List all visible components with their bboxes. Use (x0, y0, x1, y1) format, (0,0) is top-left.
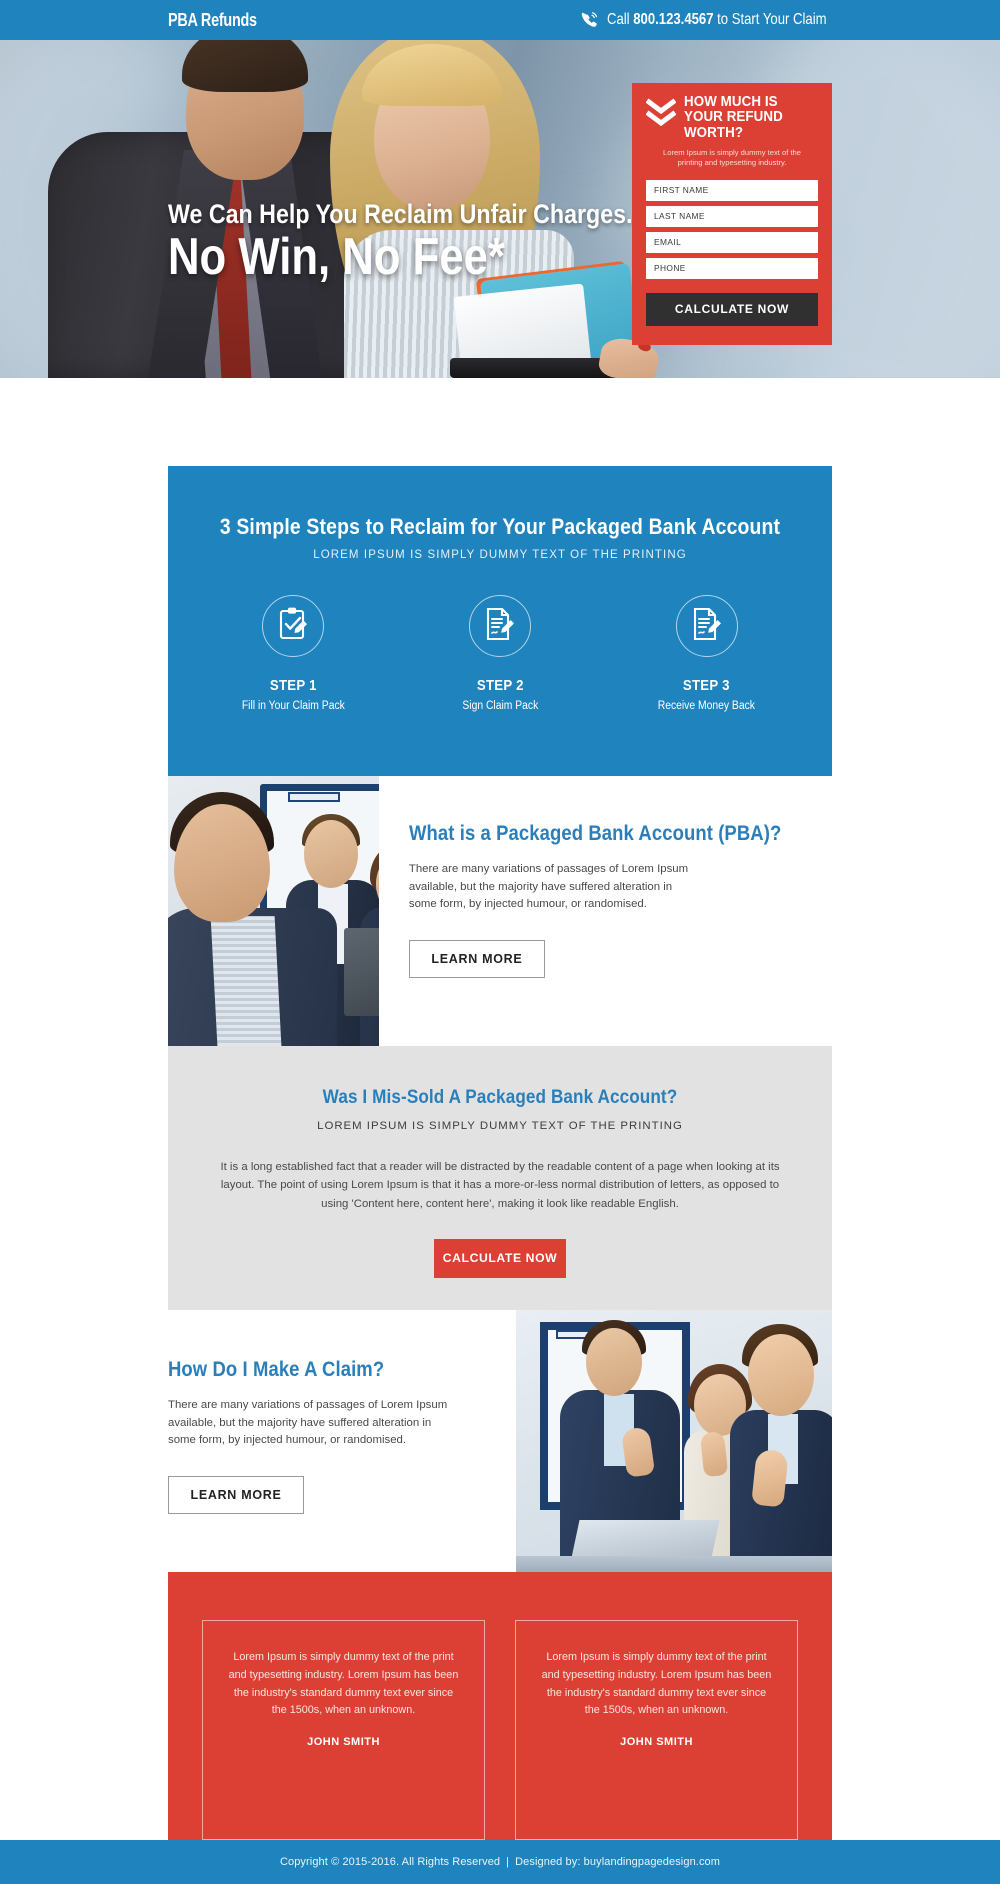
footer-credit[interactable]: Designed by: buylandingpagedesign.com (515, 1856, 720, 1868)
pba-info-section: What is a Packaged Bank Account (PBA)? T… (168, 776, 832, 1046)
spacer-above-steps (168, 378, 832, 466)
testimonials-section: Lorem Ipsum is simply dummy text of the … (168, 1572, 832, 1840)
double-chevron-down-icon (645, 95, 677, 136)
call-text: Call 800.123.4567 to Start Your Claim (607, 11, 827, 29)
missold-body-text: It is a long established fact that a rea… (220, 1161, 780, 1210)
phone-input[interactable] (646, 257, 818, 279)
testimonial-author: JOHN SMITH (620, 1736, 693, 1749)
testimonial-card: Lorem Ipsum is simply dummy text of the … (515, 1620, 798, 1840)
business-team-photo (168, 776, 379, 1046)
testimonial-card: Lorem Ipsum is simply dummy text of the … (202, 1620, 485, 1840)
learn-more-button-pba[interactable]: LEARN MORE (408, 940, 545, 979)
missold-subtitle: LOREM IPSUM IS SIMPLY DUMMY TEXT OF THE … (317, 1120, 683, 1132)
hero-banner: We Can Help You Reclaim Unfair Charges. … (0, 40, 1000, 378)
footer-separator: | (506, 1856, 510, 1868)
footer-text: Copyright © 2015-2016. All Rights Reserv… (280, 1856, 720, 1868)
steps-subtitle: LOREM IPSUM IS SIMPLY DUMMY TEXT OF THE … (313, 549, 687, 561)
testimonial-text: Lorem Ipsum is simply dummy text of the … (541, 1651, 772, 1717)
last-name-input[interactable] (646, 205, 818, 227)
hero-headline-line-1: We Can Help You Reclaim Unfair Charges. (168, 199, 633, 229)
calculate-now-button-missold[interactable]: CALCULATE NOW (434, 1238, 566, 1278)
lead-form-title: HOW MUCH IS YOUR REFUND WORTH? (684, 94, 783, 141)
pba-title: What is a Packaged Bank Account (PBA)? (408, 822, 782, 845)
learn-more-button-claim[interactable]: LEARN MORE (168, 1476, 304, 1515)
logo-light-text: Refunds (197, 9, 257, 30)
hero-headline-line-2: No Win, No Fee* (168, 228, 505, 287)
testimonial-text: Lorem Ipsum is simply dummy text of the … (228, 1651, 459, 1717)
logo-bold-text: PBA (168, 9, 198, 30)
claim-title: How Do I Make A Claim? (168, 1358, 385, 1381)
steps-row: STEP 1 Fill in Your Claim Pack STEP 2 Si… (168, 595, 832, 712)
claim-info-section: How Do I Make A Claim? There are many va… (168, 1310, 832, 1572)
hero-copy: We Can Help You Reclaim Unfair Charges. … (168, 199, 633, 287)
document-pencil-icon (483, 606, 517, 647)
step-3-desc: Receive Money Back (658, 700, 756, 712)
pba-body-text: There are many variations of passages of… (408, 863, 689, 911)
site-logo[interactable]: PBA Refunds (168, 10, 257, 31)
first-name-input[interactable] (646, 179, 818, 201)
claim-body-text: There are many variations of passages of… (168, 1399, 448, 1447)
call-suffix: to Start Your Claim (713, 11, 827, 28)
step-3-name: STEP 3 (683, 677, 731, 694)
footer-copyright: Copyright © 2015-2016. All Rights Reserv… (279, 1856, 501, 1868)
step-3-icon-circle (675, 595, 738, 657)
step-2-name: STEP 2 (476, 677, 524, 694)
step-item-1: STEP 1 Fill in Your Claim Pack (190, 595, 397, 712)
call-phone-number[interactable]: 800.123.4567 (633, 11, 713, 28)
phone-ringing-icon (579, 10, 599, 30)
document-pencil-icon (690, 606, 724, 647)
step-1-name: STEP 1 (269, 677, 317, 694)
step-item-2: STEP 2 Sign Claim Pack (397, 595, 604, 712)
step-1-desc: Fill in Your Claim Pack (241, 700, 345, 712)
step-1-icon-circle (262, 595, 325, 657)
lead-form-subtitle: Lorem Ipsum is simply dummy text of the … (663, 148, 801, 168)
calculate-now-button-hero[interactable]: CALCULATE NOW (646, 292, 818, 326)
missold-section: Was I Mis-Sold A Packaged Bank Account? … (168, 1046, 832, 1310)
steps-section: 3 Simple Steps to Reclaim for Your Packa… (168, 466, 832, 776)
landing-page: PBA Refunds Call 800.123.4567 to Start Y… (0, 0, 1000, 1884)
top-header-bar: PBA Refunds Call 800.123.4567 to Start Y… (0, 0, 1000, 40)
testimonial-author: JOHN SMITH (307, 1736, 380, 1749)
step-2-icon-circle (469, 595, 531, 657)
call-cta[interactable]: Call 800.123.4567 to Start Your Claim (579, 10, 875, 30)
step-2-desc: Sign Claim Pack (462, 700, 538, 712)
email-input[interactable] (646, 231, 818, 253)
missold-title: Was I Mis-Sold A Packaged Bank Account? (322, 1086, 678, 1108)
page-footer: Copyright © 2015-2016. All Rights Reserv… (0, 1840, 1000, 1884)
thumbs-up-team-photo (516, 1310, 832, 1572)
lead-capture-form: HOW MUCH IS YOUR REFUND WORTH? Lorem Ips… (632, 83, 832, 345)
steps-title: 3 Simple Steps to Reclaim for Your Packa… (219, 514, 781, 539)
call-prefix: Call (607, 11, 634, 28)
clipboard-check-pencil-icon (276, 606, 310, 647)
step-item-3: STEP 3 Receive Money Back (603, 595, 810, 712)
